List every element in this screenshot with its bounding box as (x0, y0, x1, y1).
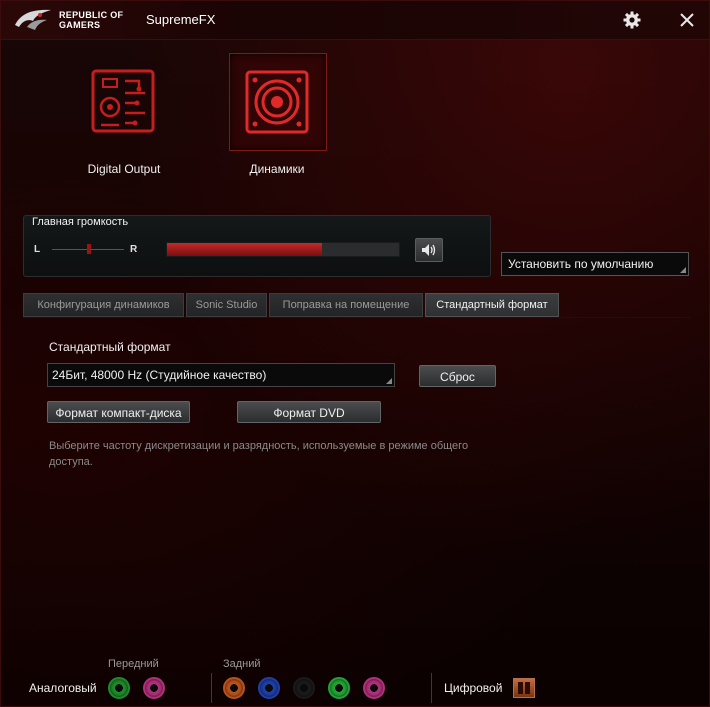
master-volume-title: Главная громкость (32, 216, 129, 228)
rear-jacks-label: Задний (223, 658, 261, 670)
jack-divider (211, 673, 212, 703)
jack-panel: Передний Задний Аналоговый Цифровой (1, 651, 709, 706)
balance-right-label: R (130, 244, 138, 255)
brand-line-2: GAMERS (59, 20, 101, 30)
tab-sonic-studio[interactable]: Sonic Studio (186, 293, 267, 317)
device-speakers[interactable] (229, 53, 327, 151)
balance-slider-thumb[interactable] (87, 244, 91, 254)
rear-blue-jack[interactable] (258, 677, 280, 699)
cd-format-button[interactable]: Формат компакт-диска (47, 401, 190, 423)
balance-left-label: L (34, 244, 41, 255)
close-icon[interactable] (677, 10, 697, 30)
mute-button[interactable] (415, 238, 443, 262)
spdif-port-icon[interactable] (513, 678, 535, 698)
device-digital-output[interactable] (76, 53, 172, 149)
default-format-title: Стандартный формат (49, 340, 171, 354)
device-digital-output-label: Digital Output (87, 162, 161, 176)
app-title: SupremeFX (146, 12, 216, 27)
tab-divider (23, 317, 689, 318)
settings-gear-icon[interactable] (622, 10, 642, 30)
device-speakers-label: Динамики (249, 162, 305, 176)
tab-room-correction[interactable]: Поправка на помещение (269, 293, 423, 317)
tab-speaker-config[interactable]: Конфигурация динамиков (23, 293, 184, 317)
volume-slider[interactable] (166, 242, 400, 257)
brand-line-1: REPUBLIC OF (59, 10, 124, 20)
dropdown-corner-icon (386, 378, 392, 384)
rear-green-jack[interactable] (328, 677, 350, 699)
title-bar[interactable]: REPUBLIC OF GAMERS SupremeFX (1, 1, 709, 40)
volume-slider-fill (167, 243, 323, 256)
speaker-volume-icon (422, 244, 436, 256)
set-default-button[interactable]: Установить по умолчанию (501, 252, 689, 276)
dvd-format-button[interactable]: Формат DVD (237, 401, 381, 423)
format-hint-text: Выберите частоту дискретизации и разрядн… (49, 440, 469, 468)
format-dropdown-value: 24Бит, 48000 Hz (Студийное качество) (52, 368, 267, 382)
rear-pink-jack[interactable] (363, 677, 385, 699)
rog-logo-icon (15, 9, 51, 30)
supremefx-window: REPUBLIC OF GAMERS SupremeFX Digital Out… (0, 0, 710, 707)
digital-output-icon (91, 69, 155, 133)
dropdown-corner-icon (680, 267, 686, 273)
reset-button[interactable]: Сброс (419, 365, 496, 387)
brand-text: REPUBLIC OF GAMERS (59, 10, 123, 30)
rear-orange-jack[interactable] (223, 677, 245, 699)
set-default-label: Установить по умолчанию (508, 257, 654, 271)
speaker-icon (245, 70, 309, 134)
front-green-jack[interactable] (108, 677, 130, 699)
front-jacks-label: Передний (108, 658, 159, 670)
front-pink-jack[interactable] (143, 677, 165, 699)
jack-divider (431, 673, 432, 703)
analog-label: Аналоговый (29, 681, 97, 695)
master-volume-panel: Главная громкость L R (23, 215, 491, 277)
rear-black-jack[interactable] (293, 677, 315, 699)
tab-default-format[interactable]: Стандартный формат (425, 293, 559, 317)
digital-label: Цифровой (444, 681, 503, 695)
format-dropdown[interactable]: 24Бит, 48000 Hz (Студийное качество) (47, 363, 395, 387)
